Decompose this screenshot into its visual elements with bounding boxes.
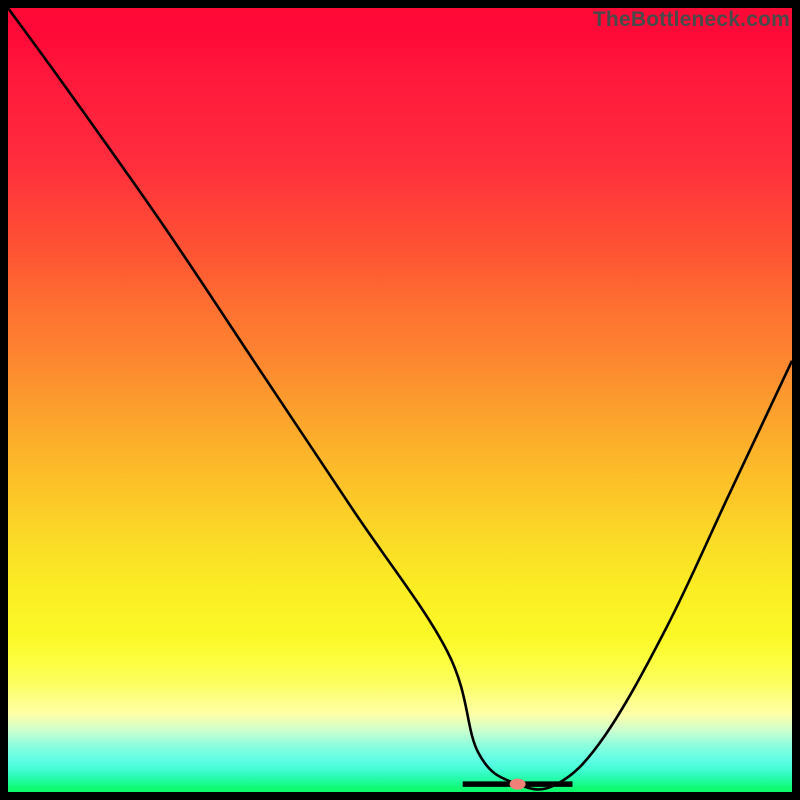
watermark: TheBottleneck.com — [593, 8, 790, 32]
chart-container: TheBottleneck.com — [0, 0, 800, 800]
bottleneck-curve — [8, 8, 792, 790]
chart-overlay — [8, 8, 792, 792]
optimum-marker — [510, 779, 526, 790]
